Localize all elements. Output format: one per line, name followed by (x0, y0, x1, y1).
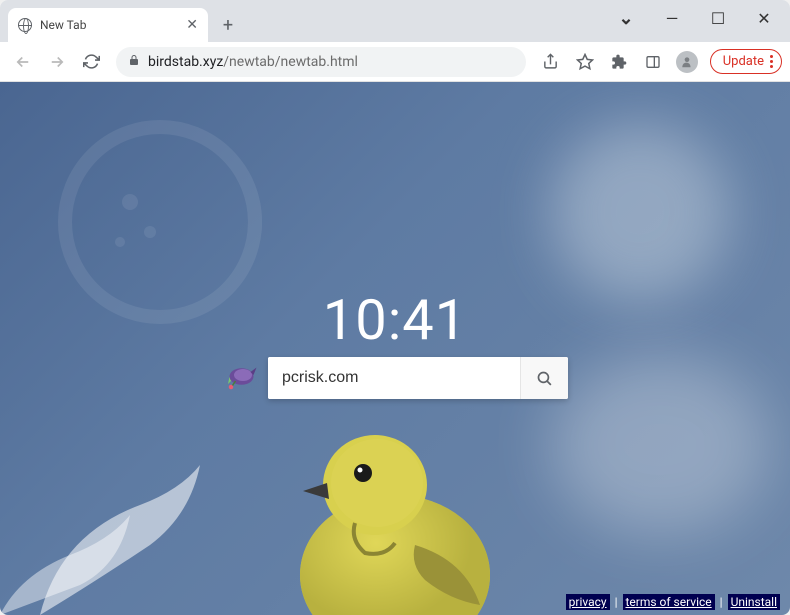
bird-logo-icon (222, 363, 258, 393)
privacy-link[interactable]: privacy (566, 594, 610, 610)
footer-separator: | (720, 595, 723, 609)
address-bar[interactable]: birdstab.xyz/newtab/newtab.html (116, 47, 526, 77)
bookmark-star-icon[interactable] (570, 47, 600, 77)
tab-close-icon[interactable]: ✕ (186, 17, 198, 33)
page-content: 10:41 privacy | terms of service | (0, 82, 790, 615)
search-box (268, 357, 568, 399)
chevron-down-icon[interactable]: ⌄ (604, 3, 648, 33)
maximize-button[interactable]: ☐ (696, 3, 740, 33)
search-icon (536, 370, 553, 387)
background-bird (255, 405, 535, 615)
avatar-icon (676, 51, 698, 73)
minimize-button[interactable]: — (650, 3, 694, 33)
search-row (222, 357, 568, 399)
terms-link[interactable]: terms of service (623, 594, 715, 610)
close-window-button[interactable]: ✕ (742, 3, 786, 33)
new-tab-button[interactable]: + (214, 11, 242, 39)
update-label: Update (723, 54, 764, 69)
back-button[interactable] (8, 47, 38, 77)
search-button[interactable] (520, 357, 568, 399)
footer-links: privacy | terms of service | Uninstall (566, 595, 780, 609)
lock-icon (128, 54, 140, 69)
background-blur (550, 355, 770, 535)
reload-button[interactable] (76, 47, 106, 77)
browser-tab[interactable]: New Tab ✕ (8, 8, 208, 42)
extensions-icon[interactable] (604, 47, 634, 77)
profile-button[interactable] (672, 47, 702, 77)
background-blur (550, 122, 730, 302)
url-text: birdstab.xyz/newtab/newtab.html (148, 54, 514, 70)
toolbar: birdstab.xyz/newtab/newtab.html U (0, 42, 790, 82)
menu-dots-icon (770, 55, 773, 68)
titlebar: New Tab ✕ + ⌄ — ☐ ✕ (0, 0, 790, 42)
watermark (50, 112, 270, 332)
search-input[interactable] (268, 357, 520, 399)
footer-separator: | (615, 595, 618, 609)
globe-icon (18, 18, 32, 32)
share-icon[interactable] (536, 47, 566, 77)
forward-button[interactable] (42, 47, 72, 77)
update-button[interactable]: Update (710, 49, 782, 74)
side-panel-icon[interactable] (638, 47, 668, 77)
tab-title: New Tab (40, 18, 178, 32)
uninstall-link[interactable]: Uninstall (728, 594, 780, 610)
clock-display: 10:41 (323, 287, 467, 353)
